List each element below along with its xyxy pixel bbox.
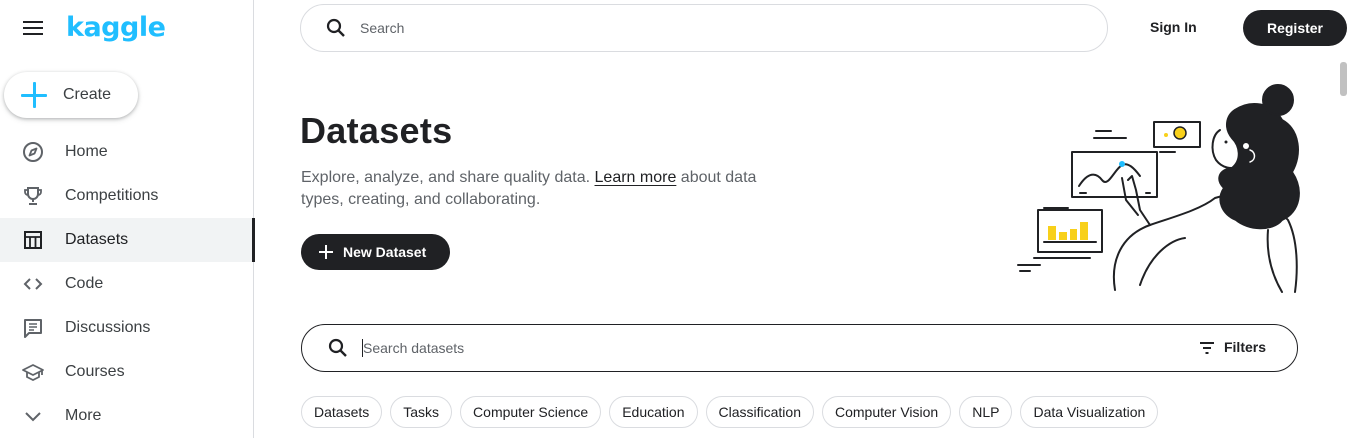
page-title: Datasets [300,110,453,151]
sidebar-item-courses[interactable]: Courses [0,350,254,394]
compass-icon [22,141,44,163]
dataset-search-placeholder: Search datasets [363,340,465,356]
chip-education[interactable]: Education [609,396,698,428]
chip-computer-vision[interactable]: Computer Vision [821,396,952,428]
page-description: Explore, analyze, and share quality data… [301,167,801,211]
sidebar-item-discussions[interactable]: Discussions [0,306,254,350]
sidebar-item-label: Code [65,275,104,292]
sidebar-item-label: More [65,407,102,424]
sidebar-item-label: Competitions [65,187,159,204]
plus-icon [319,245,333,259]
scrollbar-thumb[interactable] [1340,62,1347,96]
new-dataset-label: New Dataset [343,244,427,260]
register-button[interactable]: Register [1243,10,1347,46]
sidebar-item-datasets[interactable]: Datasets [0,218,255,262]
learn-more-link[interactable]: Learn more [595,169,677,186]
search-placeholder: Search [360,20,405,36]
school-icon [22,361,44,383]
trophy-icon [22,185,44,207]
hamburger-menu-icon[interactable] [22,18,44,38]
comments-icon [22,317,44,339]
chevron-down-icon [22,405,44,427]
sidebar-item-competitions[interactable]: Competitions [0,174,254,218]
sidebar-item-label: Courses [65,363,125,380]
sidebar-item-label: Discussions [65,319,151,336]
sidebar-item-home[interactable]: Home [0,130,254,174]
table-icon [22,229,44,251]
chip-tasks[interactable]: Tasks [390,396,453,428]
sidebar-item-label: Datasets [65,231,129,248]
chip-classification[interactable]: Classification [705,396,814,428]
hero-illustration [1010,80,1305,295]
sign-in-link[interactable]: Sign In [1150,19,1197,35]
plus-icon [21,82,47,108]
chip-data-visualization[interactable]: Data Visualization [1020,396,1159,428]
sidebar-nav: Home Competitions Datasets Code Discussi… [0,130,255,438]
create-button[interactable]: Create [4,72,138,118]
sidebar-item-label: Home [65,143,108,160]
dataset-search-input[interactable]: Search datasets Filters [301,324,1298,372]
filters-button[interactable]: Filters [1199,339,1266,355]
sidebar: kaggle Create Home Competitions Datasets [0,0,255,438]
sidebar-item-code[interactable]: Code [0,262,254,306]
code-icon [22,273,44,295]
create-button-label: Create [63,86,112,103]
filter-chips: Datasets Tasks Computer Science Educatio… [301,396,1166,428]
chip-datasets[interactable]: Datasets [301,396,383,428]
filters-label: Filters [1223,339,1266,355]
description-text: Explore, analyze, and share quality data… [301,169,595,186]
search-icon [325,17,347,39]
sidebar-item-more[interactable]: More [0,394,254,438]
search-icon [327,337,349,359]
chip-nlp[interactable]: NLP [959,396,1013,428]
chip-computer-science[interactable]: Computer Science [460,396,602,428]
kaggle-logo[interactable]: kaggle [66,12,166,43]
filter-icon [1199,341,1215,354]
new-dataset-button[interactable]: New Dataset [301,234,450,270]
site-search-input[interactable]: Search [300,4,1108,52]
